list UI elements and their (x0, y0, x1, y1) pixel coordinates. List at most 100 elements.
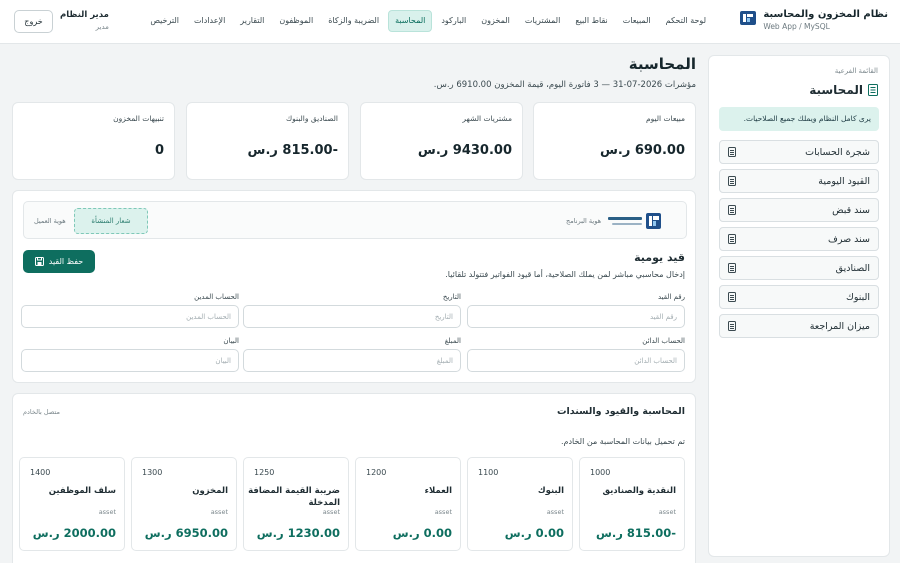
account-type: asset (658, 508, 676, 516)
stat-card-month-purchases: مشتريات الشهر 9430.00 ر.س (360, 102, 523, 180)
program-identity-label: هوية البرنامج (566, 217, 601, 225)
statement-input[interactable] (21, 349, 239, 372)
date-field: التاريخ (243, 293, 461, 328)
nav-item-tax[interactable]: الضريبة والزكاة (322, 10, 385, 32)
save-entry-button[interactable]: حفظ القيد (23, 250, 95, 273)
sidebar-item-label: البنوك (845, 291, 870, 303)
account-type: asset (98, 508, 116, 516)
credit-account-field: الحساب الدائن (467, 337, 685, 372)
amount-input[interactable] (243, 349, 461, 372)
account-card[interactable]: 1250 ضريبة القيمة المضافة المدخلة asset … (243, 457, 349, 551)
account-name: المخزون (192, 486, 228, 496)
document-icon (728, 205, 736, 215)
nav-item-sales[interactable]: المبيعات (617, 10, 657, 32)
account-type: asset (546, 508, 564, 516)
form-description: إدخال محاسبي مباشر لمن يملك الصلاحية، أم… (445, 270, 685, 279)
permissions-note: يرى كامل النظام ويملك جميع الصلاحيات. (719, 107, 879, 131)
logout-button[interactable]: خروج (14, 10, 53, 33)
stat-label: تنبيهات المخزون (113, 114, 164, 123)
brand-logo-icon (740, 11, 757, 25)
accounts-loaded-message: تم تحميل بيانات المحاسبة من الخادم. (560, 437, 685, 446)
sidebar-item-payment-voucher[interactable]: سند صرف (719, 227, 879, 251)
stat-card-cash-banks: الصناديق والبنوك -815.00 ر.س (186, 102, 349, 180)
field-label: الحساب المدين (194, 293, 239, 301)
stat-value: 9430.00 ر.س (417, 143, 512, 158)
account-balance: 6950.00 ر.س (144, 526, 228, 540)
account-card[interactable]: 1100 البنوك asset 0.00 ر.س (467, 457, 573, 551)
nav-item-employees[interactable]: الموظفون (273, 10, 319, 32)
user-info: مدير النظام مدير (60, 10, 109, 31)
document-icon (728, 147, 736, 157)
stat-label: مبيعات اليوم (645, 114, 685, 123)
debit-account-field: الحساب المدين (21, 293, 239, 328)
account-type: asset (210, 508, 228, 516)
stat-value: -815.00 ر.س (247, 143, 338, 158)
sidebar-item-label: سند قبض (832, 204, 870, 216)
stat-label: مشتريات الشهر (462, 114, 512, 123)
account-card[interactable]: 1000 النقدية والصناديق asset -815.00 ر.س (579, 457, 685, 551)
nav-item-purchases[interactable]: المشتريات (519, 10, 566, 32)
top-bar: نظام المخزون والمحاسبة Web App / MySQL ل… (0, 0, 900, 44)
document-icon (728, 321, 736, 331)
nav-item-barcode[interactable]: الباركود (435, 10, 472, 32)
accounts-title: المحاسبة والقيود والسندات (556, 406, 685, 417)
statement-field: البيان (21, 337, 239, 372)
brand: نظام المخزون والمحاسبة Web App / MySQL (739, 9, 888, 31)
nav-item-settings[interactable]: الإعدادات (188, 10, 231, 32)
account-type: asset (322, 508, 340, 516)
account-name: ضريبة القيمة المضافة المدخلة (248, 486, 340, 508)
account-balance: 1230.00 ر.س (256, 526, 340, 540)
sidebar-item-trial-balance[interactable]: ميزان المراجعة (719, 314, 879, 338)
sidebar-item-label: القيود اليومية (818, 175, 870, 187)
account-card[interactable]: 1400 سلف الموظفين asset 2000.00 ر.س (19, 457, 125, 551)
stat-card-stock-alerts: تنبيهات المخزون 0 (12, 102, 175, 180)
save-entry-label: حفظ القيد (48, 257, 84, 266)
sidebar-item-cash-boxes[interactable]: الصناديق (719, 256, 879, 280)
nav-item-inventory[interactable]: المخزون (475, 10, 516, 32)
debit-account-input[interactable] (21, 305, 239, 328)
entry-number-input[interactable] (467, 305, 685, 328)
form-title: قيد يومية (634, 251, 685, 264)
credit-account-input[interactable] (467, 349, 685, 372)
app-name: نظام المخزون والمحاسبة (763, 9, 888, 20)
account-card[interactable]: 1300 المخزون asset 6950.00 ر.س (131, 457, 237, 551)
app-subtitle: Web App / MySQL (763, 22, 830, 31)
customer-logo-placeholder[interactable]: شعار المنشأة (74, 208, 148, 234)
nav-item-license[interactable]: الترخيص (144, 10, 185, 32)
field-label: البيان (223, 337, 239, 345)
sidebar-item-receipt-voucher[interactable]: سند قبض (719, 198, 879, 222)
account-balance: 0.00 ر.س (392, 526, 452, 540)
account-code: 1250 (254, 468, 275, 477)
sidebar-caption: القائمة الفرعية (834, 67, 878, 75)
sidebar-title-text: المحاسبة (809, 83, 863, 97)
account-code: 1200 (366, 468, 387, 477)
account-balance: 0.00 ر.س (504, 526, 564, 540)
nav-item-pos[interactable]: نقاط البيع (569, 10, 613, 32)
sidebar-item-label: سند صرف (828, 233, 870, 245)
account-balance: 2000.00 ر.س (32, 526, 116, 540)
sidebar-item-journal-entries[interactable]: القيود اليومية (719, 169, 879, 193)
account-name: سلف الموظفين (48, 486, 116, 496)
program-logo-icon (608, 213, 661, 229)
document-icon (728, 292, 736, 302)
stat-card-today-sales: مبيعات اليوم 690.00 ر.س (533, 102, 696, 180)
save-icon (34, 257, 44, 266)
document-icon (728, 263, 736, 273)
date-input[interactable] (243, 305, 461, 328)
user-role: مدير (95, 23, 109, 31)
field-label: الحساب الدائن (642, 337, 685, 345)
page-title: المحاسبة (628, 55, 696, 73)
nav-item-accounting[interactable]: المحاسبة (388, 10, 433, 32)
nav-item-reports[interactable]: التقارير (234, 10, 270, 32)
sidebar-item-chart-of-accounts[interactable]: شجرة الحسابات (719, 140, 879, 164)
field-label: المبلغ (444, 337, 461, 345)
sidebar-item-banks[interactable]: البنوك (719, 285, 879, 309)
stat-value: 0 (154, 143, 164, 158)
nav-item-dashboard[interactable]: لوحة التحكم (660, 10, 712, 32)
account-card[interactable]: 1200 العملاء asset 0.00 ر.س (355, 457, 461, 551)
account-balance: -815.00 ر.س (595, 526, 676, 540)
stats-row: مبيعات اليوم 690.00 ر.س مشتريات الشهر 94… (12, 102, 696, 180)
sidebar-title: المحاسبة (809, 83, 878, 97)
identity-bar: هوية البرنامج شعار المنشأة هوية العميل (23, 201, 687, 239)
amount-field: المبلغ (243, 337, 461, 372)
